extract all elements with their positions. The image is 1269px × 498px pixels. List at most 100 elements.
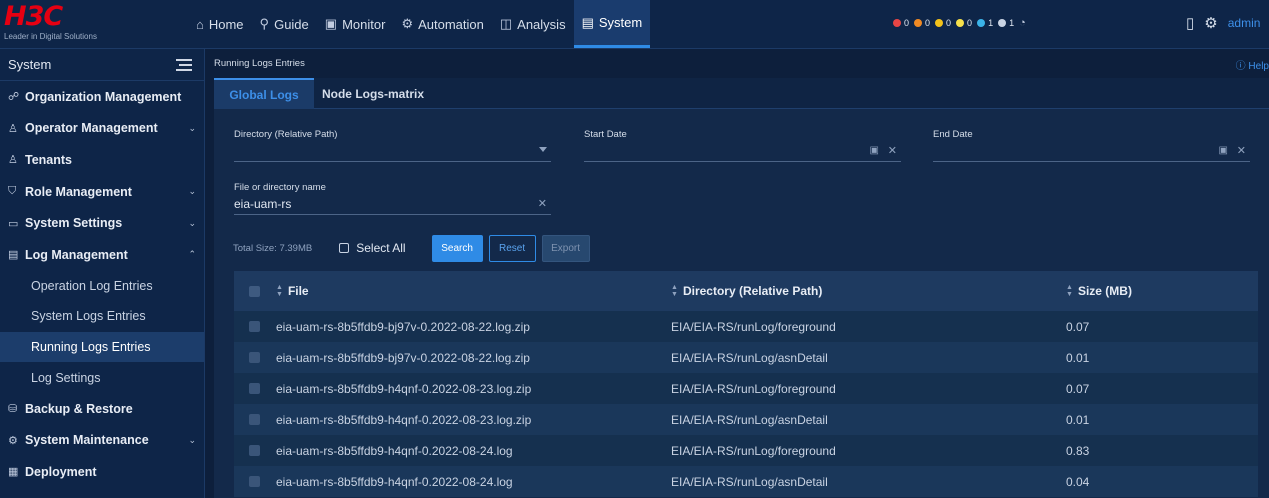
sidebar-item-system-settings[interactable]: ▭ System Settings ⌄ [0, 207, 204, 239]
sort-icon[interactable]: ▲ ▼ [671, 284, 678, 298]
sidebar-sub-running-logs[interactable]: Running Logs Entries [0, 331, 204, 363]
sidebar-sub-log-settings[interactable]: Log Settings [0, 362, 204, 393]
name-value: eia-uam-rs [234, 196, 292, 211]
table-row[interactable]: eia-uam-rs-8b5ffdb9-h4qnf-0.2022-08-24.l… [234, 466, 1258, 497]
logs-table: ▲ ▼ File ▲ ▼ Directory (Relative Path) ▲ ▼ Siz… [234, 271, 1258, 497]
cell-size: 0.83 [1066, 443, 1090, 458]
nav-system[interactable]: ▤ System [573, 0, 651, 48]
automation-icon: ⚙ [401, 16, 414, 31]
alarm-critical[interactable]: 0 [893, 18, 909, 28]
sidebar-item-operator[interactable]: ♙ Operator Management ⌄ [0, 113, 204, 145]
header-checkbox[interactable] [248, 285, 260, 297]
row-checkbox[interactable] [248, 352, 260, 363]
column-directory[interactable]: ▲ ▼ Directory (Relative Path) [671, 284, 1066, 298]
operator-icon: ♙ [8, 122, 18, 135]
collapse-menu-icon[interactable] [176, 58, 192, 71]
alarm-dot-icon [935, 19, 944, 27]
alarm-other[interactable]: 1 [998, 18, 1014, 28]
row-checkbox[interactable] [248, 321, 260, 332]
logo-mark: H3C [4, 1, 63, 32]
document-icon[interactable]: ▯ [1186, 14, 1194, 32]
nav-guide[interactable]: ⚲ Guide [252, 0, 317, 48]
sidebar: System ☍ Organization Management ♙ Operato… [0, 49, 205, 498]
sort-icon[interactable]: ▲ ▼ [1066, 284, 1073, 298]
reset-button[interactable]: Reset [488, 234, 536, 262]
alarm-warning[interactable]: 0 [956, 18, 972, 28]
top-right-tools: ▯ ⚙ admin [1186, 14, 1260, 32]
alarm-info[interactable]: 1 [977, 18, 993, 28]
column-file[interactable]: ▲ ▼ File [274, 284, 671, 298]
alarm-dot-icon [914, 19, 923, 27]
nav-home[interactable]: ⌂ Home [188, 0, 252, 48]
nav-monitor[interactable]: ▣ Monitor [317, 0, 394, 48]
tab-global-logs[interactable]: Global Logs [214, 78, 314, 109]
main-content: Running Logs Entries ⓘ Help Global Logs … [206, 49, 1269, 498]
start-date-input[interactable]: ▣ ✕ [584, 140, 901, 162]
column-label: File [287, 284, 309, 298]
sort-icon[interactable]: ▲ ▼ [276, 284, 283, 298]
sidebar-item-label: System Maintenance [25, 433, 149, 448]
sidebar-item-maintenance[interactable]: ⚙ System Maintenance ⌄ [0, 425, 204, 457]
clear-icon[interactable]: ✕ [888, 144, 897, 157]
sound-off-icon[interactable]: ◔ [1019, 17, 1026, 29]
calendar-icon[interactable]: ▣ [870, 145, 879, 156]
directory-select[interactable] [234, 140, 551, 162]
gear-icon[interactable]: ⚙ [1204, 14, 1217, 32]
role-icon: ⛉ [8, 185, 17, 198]
sidebar-item-tenants[interactable]: ♙ Tenants [0, 144, 204, 176]
row-checkbox[interactable] [248, 383, 260, 394]
clear-icon[interactable]: ✕ [1237, 144, 1246, 157]
export-button[interactable]: Export [541, 234, 590, 262]
table-row[interactable]: eia-uam-rs-8b5ffdb9-h4qnf-0.2022-08-23.l… [234, 404, 1258, 435]
column-size[interactable]: ▲ ▼ Size (MB) [1066, 284, 1258, 298]
clear-icon[interactable]: ✕ [538, 197, 547, 210]
home-icon: ⌂ [196, 16, 204, 32]
alarm-minor[interactable]: 0 [935, 18, 951, 28]
help-link[interactable]: ⓘ Help [1236, 57, 1269, 72]
select-all-label: Select All [356, 241, 406, 255]
sidebar-item-label: Deployment [25, 464, 97, 479]
end-date-input[interactable]: ▣ ✕ [933, 140, 1250, 162]
nav-analysis[interactable]: ◫ Analysis [492, 0, 574, 48]
cell-file: eia-uam-rs-8b5ffdb9-h4qnf-0.2022-08-23.l… [276, 381, 532, 396]
tab-node-logs-matrix[interactable]: Node Logs-matrix [314, 78, 432, 109]
alarm-major[interactable]: 0 [914, 18, 930, 28]
sidebar-item-log-management[interactable]: ▤ Log Management ⌃ [0, 239, 204, 271]
cell-directory: EIA/EIA-RS/runLog/asnDetail [671, 350, 828, 365]
cell-file: eia-uam-rs-8b5ffdb9-h4qnf-0.2022-08-24.l… [276, 443, 513, 458]
deployment-icon: ▦ [8, 466, 19, 479]
sidebar-item-organization[interactable]: ☍ Organization Management [0, 81, 204, 113]
select-all[interactable]: Select All [339, 241, 406, 255]
name-input[interactable]: eia-uam-rs ✕ [234, 193, 551, 215]
search-button[interactable]: Search [431, 234, 483, 262]
row-checkbox[interactable] [248, 476, 260, 487]
sidebar-item-role[interactable]: ⛉ Role Management ⌄ [0, 176, 204, 208]
tenants-icon: ♙ [8, 154, 18, 167]
table-header: ▲ ▼ File ▲ ▼ Directory (Relative Path) ▲ ▼ Siz… [234, 271, 1258, 311]
system-icon: ▤ [581, 14, 594, 30]
table-row[interactable]: eia-uam-rs-8b5ffdb9-h4qnf-0.2022-08-23.l… [234, 373, 1258, 404]
h3c-logo[interactable]: H3C Leader in Digital Solutions [4, 3, 114, 45]
sidebar-item-label: Operator Management [25, 121, 158, 136]
select-all-checkbox[interactable] [339, 243, 350, 253]
cell-size: 0.01 [1066, 350, 1090, 365]
table-row[interactable]: eia-uam-rs-8b5ffdb9-bj97v-0.2022-08-22.l… [234, 342, 1258, 373]
table-row[interactable]: eia-uam-rs-8b5ffdb9-bj97v-0.2022-08-22.l… [234, 311, 1258, 342]
user-name[interactable]: admin [1228, 16, 1261, 30]
end-date-label: End Date [933, 129, 973, 140]
table-row[interactable]: eia-uam-rs-8b5ffdb9-h4qnf-0.2022-08-24.l… [234, 435, 1258, 466]
calendar-icon[interactable]: ▣ [1219, 145, 1228, 156]
tab-bar: Global Logs Node Logs-matrix [214, 78, 1269, 109]
nav-automation[interactable]: ⚙ Automation [393, 0, 491, 48]
breadcrumb: Running Logs Entries [214, 58, 305, 69]
sidebar-item-backup[interactable]: ⛁ Backup & Restore [0, 393, 204, 425]
row-checkbox[interactable] [248, 414, 260, 425]
row-checkbox[interactable] [248, 445, 260, 456]
alarm-count: 0 [904, 18, 910, 28]
sidebar-item-deployment[interactable]: ▦ Deployment [0, 456, 204, 488]
sidebar-sub-operation-logs[interactable]: Operation Log Entries [0, 271, 204, 302]
alarm-dot-icon [977, 19, 986, 27]
alarm-summary[interactable]: 0 0 0 0 1 1 ◔ [893, 17, 1026, 29]
chevron-down-icon: ⌄ [188, 434, 196, 445]
sidebar-sub-system-logs[interactable]: System Logs Entries [0, 301, 204, 332]
